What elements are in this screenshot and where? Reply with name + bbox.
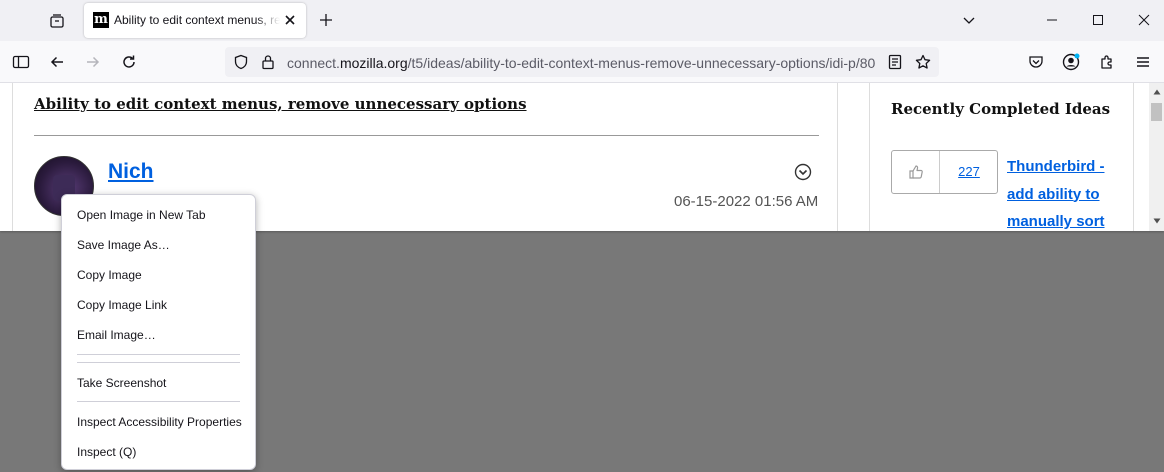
reload-icon[interactable] (118, 51, 140, 73)
scroll-thumb[interactable] (1151, 103, 1162, 121)
kudos-count[interactable]: 227 (940, 164, 998, 179)
menu-item-open-image-new-tab[interactable]: Open Image in New Tab (62, 202, 255, 228)
menu-item-inspect-accessibility[interactable]: Inspect Accessibility Properties (62, 409, 255, 435)
close-window-icon[interactable] (1132, 8, 1156, 32)
sidebar: Recently Completed Ideas 227 Thunderbird… (869, 83, 1134, 231)
post-title[interactable]: Ability to edit context menus, remove un… (34, 95, 527, 113)
site-favicon-icon: m (93, 12, 109, 28)
account-icon[interactable] (1060, 51, 1082, 73)
scroll-down-arrow-icon[interactable] (1149, 214, 1164, 228)
maximize-icon[interactable] (1086, 8, 1110, 32)
kudos-box: 227 (891, 150, 998, 194)
url-domain-prefix: connect. (287, 55, 340, 71)
context-menu: Open Image in New Tab Save Image As… Cop… (61, 194, 256, 470)
thumbs-up-icon[interactable] (906, 162, 926, 182)
star-icon[interactable] (912, 51, 934, 73)
forward-arrow-icon[interactable] (82, 51, 104, 73)
menu-item-copy-image[interactable]: Copy Image (62, 262, 255, 288)
menu-separator (77, 362, 240, 363)
reader-view-icon[interactable] (884, 51, 906, 73)
navigation-toolbar: connect.mozilla.org/t5/ideas/ability-to-… (0, 41, 1164, 83)
sidebar-title: Recently Completed Ideas (891, 100, 1111, 118)
tab-title: Ability to edit context menus, remove un… (114, 13, 280, 27)
list-all-tabs-chevron-down-icon[interactable] (957, 8, 981, 32)
minimize-icon[interactable] (1040, 8, 1064, 32)
menu-item-save-image-as[interactable]: Save Image As… (62, 232, 255, 258)
menu-item-take-screenshot[interactable]: Take Screenshot (62, 370, 255, 396)
scrollbar[interactable] (1149, 83, 1164, 231)
pocket-icon[interactable] (1025, 51, 1047, 73)
divider (34, 135, 819, 136)
author-link[interactable]: Nich (108, 160, 154, 184)
shield-icon[interactable] (230, 51, 252, 73)
url-path: /t5/ideas/ability-to-edit-context-menus-… (407, 55, 876, 71)
close-tab-icon[interactable] (282, 12, 298, 28)
url-text[interactable]: connect.mozilla.org/t5/ideas/ability-to-… (287, 55, 883, 71)
menu-separator (77, 354, 240, 355)
lock-icon[interactable] (257, 51, 279, 73)
tab-list-icon[interactable] (47, 11, 67, 31)
menu-item-copy-image-link[interactable]: Copy Image Link (62, 292, 255, 318)
menu-item-email-image[interactable]: Email Image… (62, 322, 255, 348)
sidebar-icon[interactable] (10, 51, 32, 73)
puzzle-icon[interactable] (1096, 51, 1118, 73)
options-chevron-down-icon[interactable] (794, 163, 812, 181)
back-arrow-icon[interactable] (46, 51, 68, 73)
new-tab-plus-icon[interactable] (316, 10, 336, 30)
post-date: 06-15-2022 01:56 AM (674, 193, 819, 210)
hamburger-menu-icon[interactable] (1132, 51, 1154, 73)
active-tab[interactable]: m Ability to edit context menus, remove … (84, 3, 306, 38)
tab-strip: m Ability to edit context menus, remove … (0, 0, 1164, 41)
menu-separator (77, 401, 240, 402)
url-domain: mozilla.org (339, 55, 408, 71)
scroll-up-arrow-icon[interactable] (1149, 85, 1164, 99)
address-bar[interactable]: connect.mozilla.org/t5/ideas/ability-to-… (225, 47, 939, 77)
idea-link[interactable]: Thunderbird - add ability to manually so… (1007, 153, 1117, 231)
menu-item-inspect[interactable]: Inspect (Q) (62, 439, 255, 465)
